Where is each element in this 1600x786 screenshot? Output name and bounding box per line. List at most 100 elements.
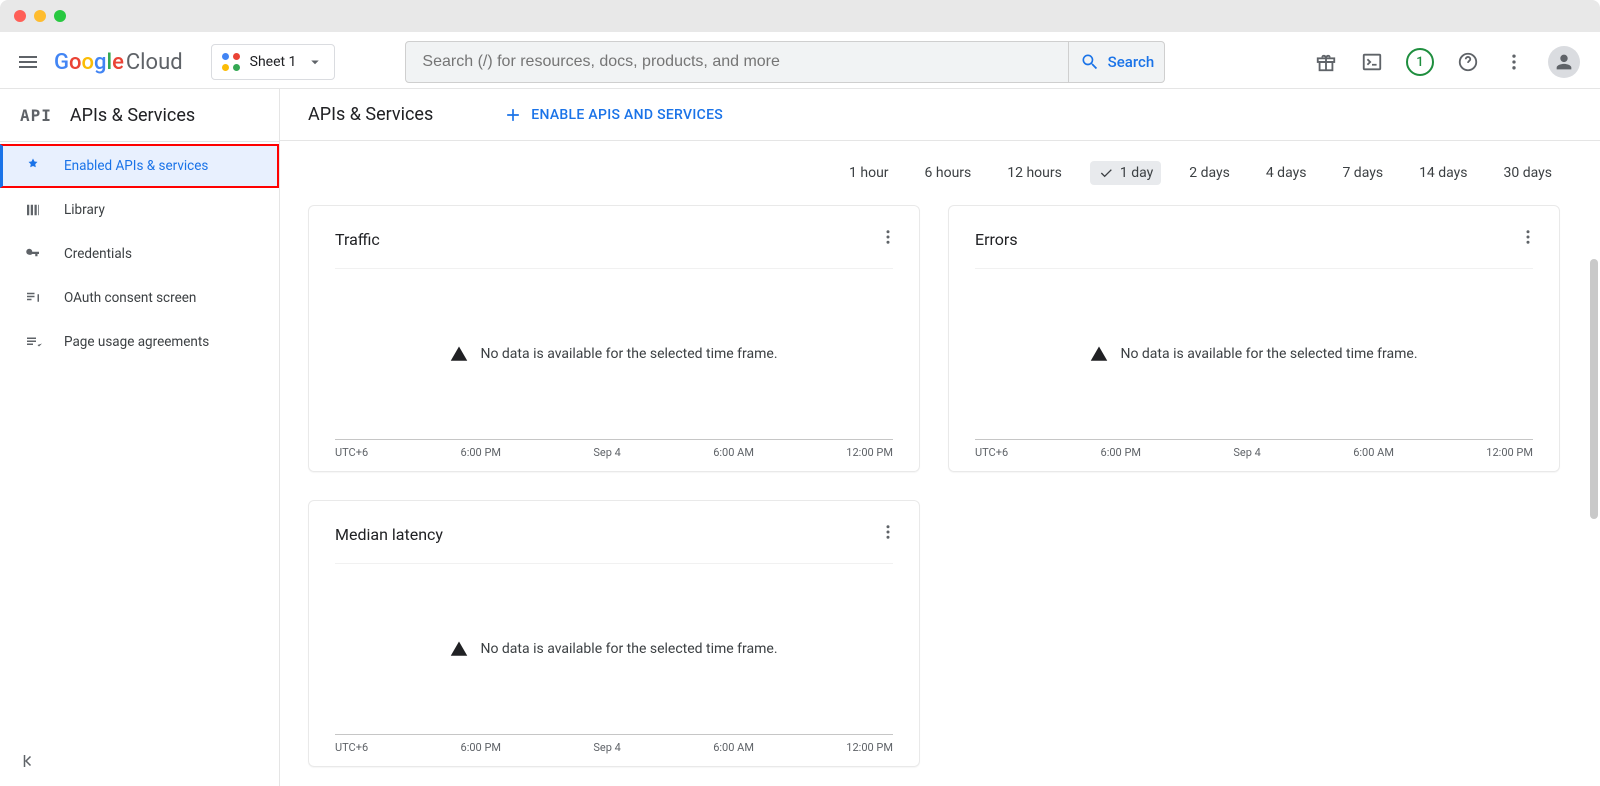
search-button[interactable]: Search <box>1068 42 1164 82</box>
search-icon <box>1080 52 1100 72</box>
card-menu-icon[interactable] <box>879 523 897 545</box>
notification-count: 1 <box>1416 55 1423 70</box>
axis-tick: 6:00 AM <box>1353 446 1394 459</box>
sidebar-header: API APIs & Services <box>0 89 279 141</box>
search-bar: Search <box>405 41 1165 83</box>
card-body: No data is available for the selected ti… <box>309 269 919 439</box>
card-axis: UTC+6 6:00 PM Sep 4 6:00 AM 12:00 PM <box>335 439 893 459</box>
brand-suffix: Cloud <box>126 50 183 75</box>
card-menu-icon[interactable] <box>879 228 897 250</box>
card-menu-icon[interactable] <box>1519 228 1537 250</box>
time-range-selector: 1 hour 6 hours 12 hours 1 day 2 days 4 days 7 … <box>280 141 1600 197</box>
card-body: No data is available for the selected ti… <box>949 269 1559 439</box>
axis-tick: 6:00 AM <box>713 446 754 459</box>
sidebar-item-label: OAuth consent screen <box>64 290 196 306</box>
sidebar-item-page-usage[interactable]: Page usage agreements <box>0 320 279 364</box>
main-area: APIs & Services ENABLE APIS AND SERVICES… <box>280 89 1600 786</box>
enabled-apis-icon <box>24 157 42 175</box>
agreements-icon <box>24 333 42 351</box>
enable-apis-button[interactable]: ENABLE APIS AND SERVICES <box>503 105 723 125</box>
hamburger-menu-icon[interactable] <box>16 50 40 74</box>
card-axis: UTC+6 6:00 PM Sep 4 6:00 AM 12:00 PM <box>975 439 1533 459</box>
key-icon <box>24 245 42 263</box>
time-chip[interactable]: 30 days <box>1496 161 1560 185</box>
no-data-message: No data is available for the selected ti… <box>480 346 777 362</box>
metric-card: Traffic No data is available for the sele… <box>308 205 920 472</box>
scrollbar[interactable] <box>1590 259 1598 519</box>
logo-letter: g <box>94 50 106 75</box>
axis-tick: 12:00 PM <box>846 741 893 754</box>
window-chrome <box>0 0 1600 32</box>
cloud-shell-icon[interactable] <box>1360 50 1384 74</box>
time-chip[interactable]: 4 days <box>1258 161 1315 185</box>
time-chip[interactable]: 7 days <box>1334 161 1391 185</box>
metric-card: Errors No data is available for the selec… <box>948 205 1560 472</box>
gift-icon[interactable] <box>1314 50 1338 74</box>
axis-tick: UTC+6 <box>335 446 368 459</box>
close-window-icon[interactable] <box>14 10 26 22</box>
sidebar-item-credentials[interactable]: Credentials <box>0 232 279 276</box>
header-bar: Google Cloud Sheet 1 Search 1 <box>0 36 1600 88</box>
collapse-sidebar-icon[interactable] <box>20 752 38 774</box>
time-chip[interactable]: 1 hour <box>841 161 897 185</box>
search-button-label: Search <box>1108 53 1155 71</box>
logo-letter: G <box>54 50 69 75</box>
more-vert-icon[interactable] <box>1502 50 1526 74</box>
logo-letter: e <box>112 50 124 75</box>
axis-tick: 6:00 AM <box>713 741 754 754</box>
plus-icon <box>503 105 523 125</box>
google-cloud-logo[interactable]: Google Cloud <box>54 50 183 75</box>
axis-tick: Sep 4 <box>593 741 620 754</box>
notifications-badge[interactable]: 1 <box>1406 48 1434 76</box>
time-chip[interactable]: 1 day <box>1090 161 1161 185</box>
warning-icon <box>1090 345 1108 363</box>
cards-grid: Traffic No data is available for the sele… <box>280 197 1600 786</box>
account-avatar[interactable] <box>1548 46 1580 78</box>
sidebar-item-label: Library <box>64 202 105 218</box>
sidebar-divider <box>0 141 279 142</box>
metric-card: Median latency No data is available for t… <box>308 500 920 767</box>
axis-tick: UTC+6 <box>335 741 368 754</box>
maximize-window-icon[interactable] <box>54 10 66 22</box>
search-input[interactable] <box>406 53 1068 71</box>
time-chip[interactable]: 14 days <box>1411 161 1475 185</box>
axis-tick: 6:00 PM <box>461 446 501 459</box>
sidebar-item-label: Enabled APIs & services <box>64 158 208 174</box>
card-title: Errors <box>975 230 1018 249</box>
time-chip[interactable]: 12 hours <box>999 161 1070 185</box>
axis-tick: 6:00 PM <box>1101 446 1141 459</box>
axis-tick: Sep 4 <box>593 446 620 459</box>
sidebar-item-label: Credentials <box>64 246 132 262</box>
card-axis: UTC+6 6:00 PM Sep 4 6:00 AM 12:00 PM <box>335 734 893 754</box>
sidebar-item-label: Page usage agreements <box>64 334 209 350</box>
sidebar-item-oauth[interactable]: OAuth consent screen <box>0 276 279 320</box>
library-icon <box>24 201 42 219</box>
sidebar-item-enabled-apis[interactable]: Enabled APIs & services <box>0 144 279 188</box>
main-header: APIs & Services ENABLE APIS AND SERVICES <box>280 89 1600 141</box>
page-title: APIs & Services <box>308 104 433 125</box>
card-body: No data is available for the selected ti… <box>309 564 919 734</box>
project-picker[interactable]: Sheet 1 <box>211 44 336 80</box>
header-tools: 1 <box>1314 46 1584 78</box>
minimize-window-icon[interactable] <box>34 10 46 22</box>
card-title: Median latency <box>335 525 443 544</box>
axis-tick: 12:00 PM <box>1486 446 1533 459</box>
time-chip[interactable]: 6 hours <box>917 161 980 185</box>
sidebar-item-library[interactable]: Library <box>0 188 279 232</box>
api-logo-icon: API <box>20 106 52 125</box>
no-data-message: No data is available for the selected ti… <box>1120 346 1417 362</box>
chevron-down-icon <box>306 53 324 71</box>
time-chip[interactable]: 2 days <box>1181 161 1238 185</box>
axis-tick: Sep 4 <box>1233 446 1260 459</box>
check-icon <box>1098 165 1114 181</box>
help-icon[interactable] <box>1456 50 1480 74</box>
axis-tick: 6:00 PM <box>461 741 501 754</box>
card-title: Traffic <box>335 230 380 249</box>
axis-tick: UTC+6 <box>975 446 1008 459</box>
sidebar-title: APIs & Services <box>70 105 195 126</box>
axis-tick: 12:00 PM <box>846 446 893 459</box>
project-name: Sheet 1 <box>250 54 297 70</box>
no-data-message: No data is available for the selected ti… <box>480 641 777 657</box>
consent-icon <box>24 289 42 307</box>
logo-letter: o <box>81 50 93 75</box>
